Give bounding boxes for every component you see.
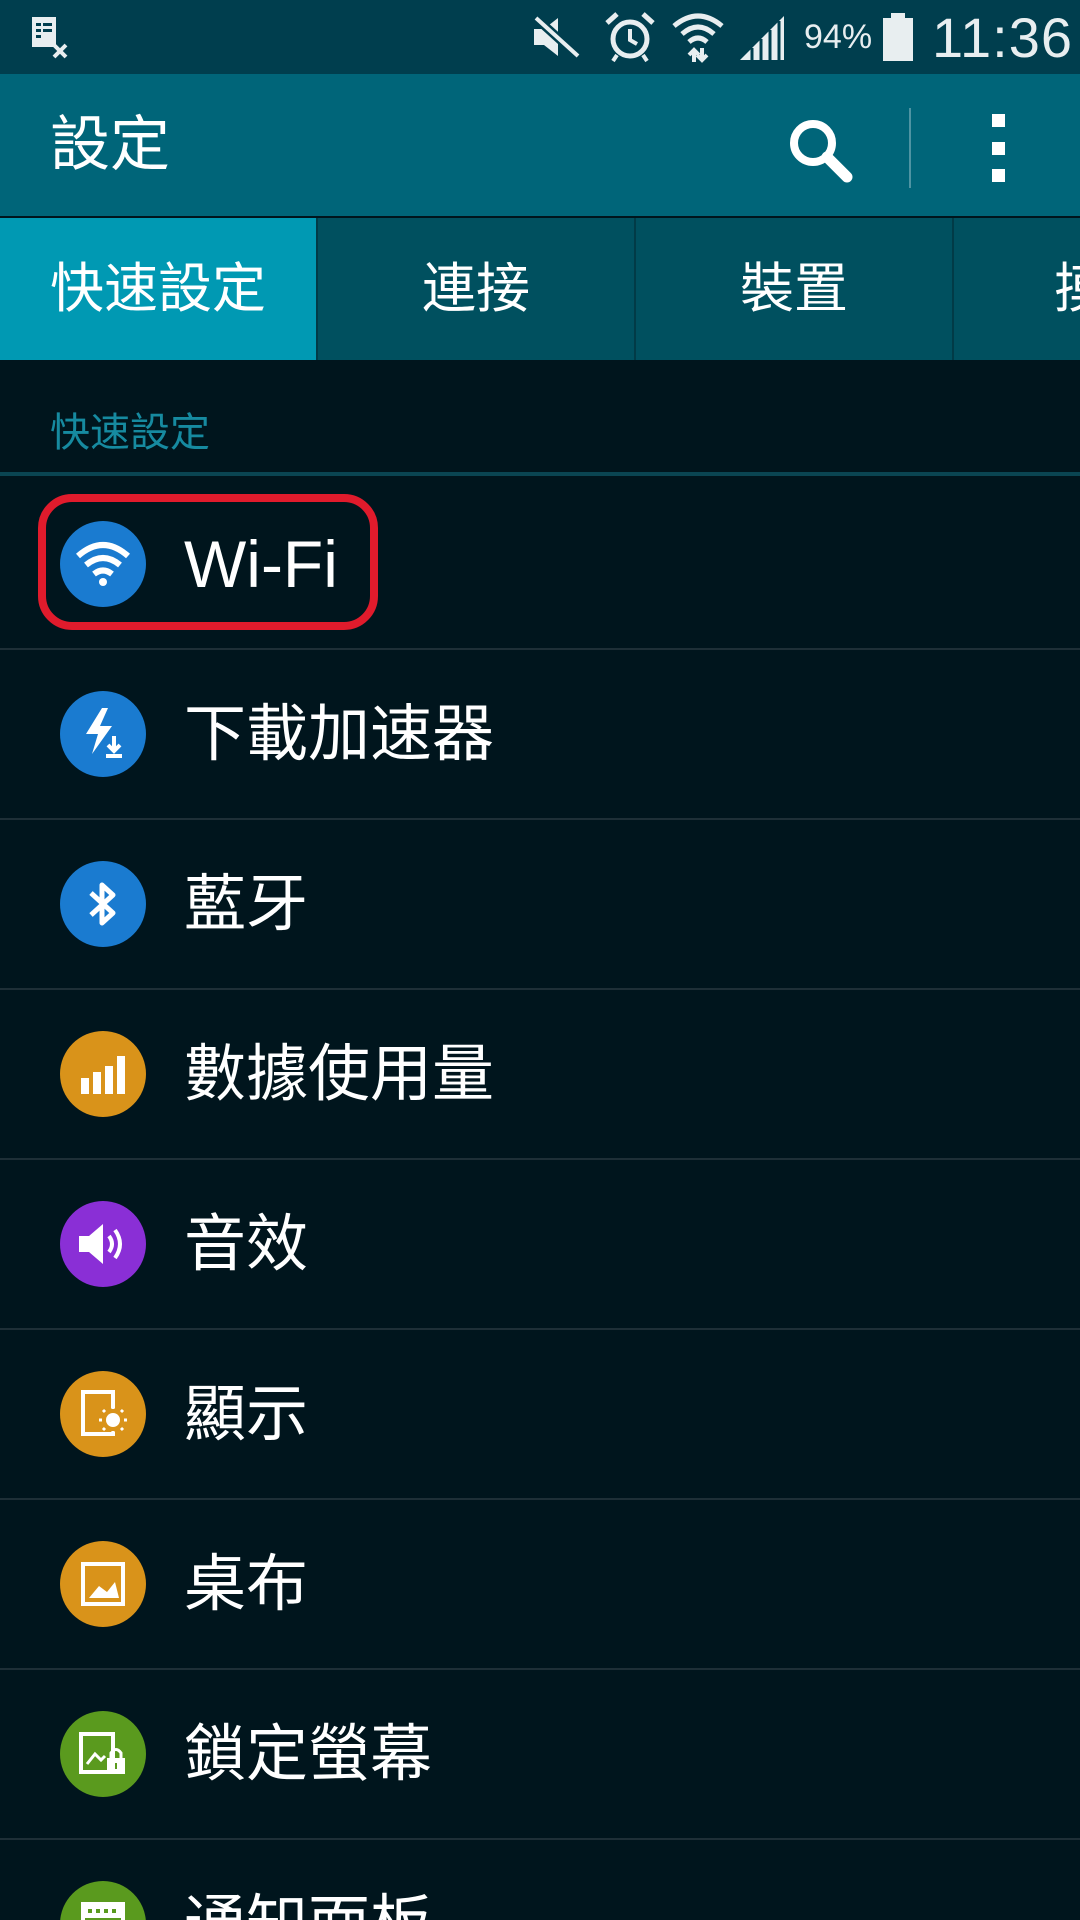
wifi-icon (60, 521, 146, 607)
list-item-label: 鎖定螢幕 (184, 1717, 433, 1790)
alarm-icon (604, 0, 656, 74)
list-item-label: 通知面板 (184, 1840, 432, 1920)
lock-screen-icon (60, 1711, 146, 1797)
battery-icon (880, 0, 916, 74)
list-item-download-booster[interactable]: 下載加速器 (0, 650, 1080, 820)
list-item-wallpaper[interactable]: 桌布 (0, 1500, 1080, 1670)
section-header: 快速設定 (50, 410, 210, 456)
vibrate-mute-icon (530, 0, 584, 74)
notification-panel-icon (60, 1881, 146, 1920)
tab-device[interactable]: 裝置 (636, 218, 952, 360)
download-booster-icon (60, 691, 146, 777)
list-item-notification-panel[interactable]: 通知面板 (0, 1840, 1080, 1920)
section-divider (0, 472, 1080, 476)
list-item-display[interactable]: 顯示 (0, 1330, 1080, 1500)
list-item-label: 顯示 (184, 1377, 309, 1450)
list-item-label: 藍牙 (184, 867, 309, 940)
clock: 11:36 (932, 5, 1073, 69)
tab-connections[interactable]: 連接 (318, 218, 634, 360)
search-button[interactable] (780, 110, 860, 190)
wifi-data-icon (670, 0, 726, 74)
list-item-label: 音效 (184, 1207, 309, 1280)
data-usage-icon (60, 1031, 146, 1117)
wallpaper-icon (60, 1541, 146, 1627)
list-item-data-usage[interactable]: 數據使用量 (0, 990, 1080, 1160)
display-icon (60, 1371, 146, 1457)
sound-icon (60, 1201, 146, 1287)
list-item-label: 下載加速器 (184, 697, 495, 770)
page-title: 設定 (50, 110, 170, 180)
list-item-label: 桌布 (184, 1547, 309, 1620)
status-bar: 94% 11:36 (0, 0, 1080, 74)
notes-off-icon (30, 0, 70, 74)
list-item-wifi[interactable]: Wi-Fi (0, 480, 1080, 650)
list-item-label: Wi-Fi (184, 527, 338, 601)
list-item-bluetooth[interactable]: 藍牙 (0, 820, 1080, 990)
tab-strip: 快速設定 連接 裝置 摸 (0, 218, 1080, 360)
bluetooth-icon (60, 861, 146, 947)
tab-quick-settings[interactable]: 快速設定 (0, 218, 316, 360)
settings-list: Wi-Fi 下載加速器 藍牙 數據使用量 音效 顯示 桌布 鎖定螢幕 (0, 480, 1080, 1920)
list-item-sound[interactable]: 音效 (0, 1160, 1080, 1330)
app-bar: 設定 (0, 74, 1080, 216)
tab-partial[interactable]: 摸 (954, 218, 1080, 360)
list-item-label: 數據使用量 (184, 1037, 495, 1110)
settings-screen: 94% 11:36 設定 快速設定 連接 裝置 快速設定 Wi-Fi 下載加速器… (0, 0, 1080, 1920)
overflow-menu-icon (991, 114, 1005, 127)
battery-percent: 94% (804, 17, 873, 56)
app-bar-divider (909, 108, 911, 188)
search-icon (790, 120, 853, 183)
overflow-menu-button[interactable] (968, 106, 1028, 190)
signal-icon (738, 0, 788, 74)
list-item-lock-screen[interactable]: 鎖定螢幕 (0, 1670, 1080, 1840)
